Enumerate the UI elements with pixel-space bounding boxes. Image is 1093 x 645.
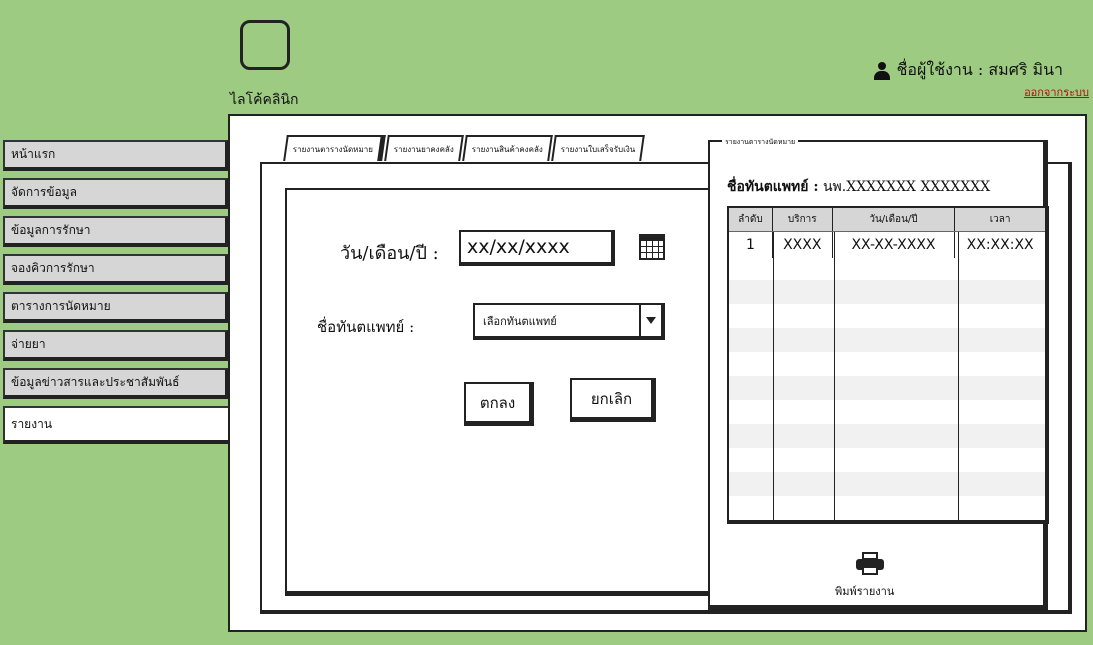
- column-header: ลำดับ: [729, 208, 773, 231]
- sidebar-item-data-management[interactable]: จัดการข้อมูล: [3, 178, 229, 209]
- table-cell: XX-XX-XXXX: [833, 232, 956, 258]
- sidebar-item-dispense[interactable]: จ่ายยา: [3, 330, 229, 361]
- calendar-icon[interactable]: [639, 234, 665, 260]
- report-form: วัน/เดือน/ปี : xx/xx/xxxx ชื่อทันตแพทย์ …: [285, 188, 722, 596]
- popup-dentist-label: ชื่อทันตแพทย์ :: [727, 179, 819, 195]
- table-row: 1 XXXX XX-XX-XXXX XX:XX:XX: [729, 232, 1045, 258]
- sidebar: หน้าแรก จัดการข้อมูล ข้อมูลการรักษา จองค…: [3, 140, 232, 451]
- cancel-button[interactable]: ยกเลิก: [570, 378, 656, 422]
- logout-link[interactable]: ออกจากระบบ: [1024, 83, 1089, 101]
- tab-product-stock-report[interactable]: รายงานสินค้าคงคลัง: [462, 135, 553, 161]
- logo-text: ไลโค้คลินิก: [230, 92, 299, 108]
- popup-dentist: ชื่อทันตแพทย์ : นพ.XXXXXXX XXXXXXX: [727, 176, 990, 198]
- tab-appointment-report[interactable]: รายงานตารางนัดหมาย: [283, 135, 386, 161]
- popup-dentist-value: นพ.XXXXXXX XXXXXXX: [822, 179, 991, 195]
- user-label: ชื่อผู้ใช้งาน : สมศริ มินา: [896, 60, 1063, 79]
- dentist-label: ชื่อทันตแพทย์ :: [317, 318, 415, 336]
- sidebar-item-appointments[interactable]: ตารางการนัดหมาย: [3, 292, 229, 323]
- user-icon: [873, 61, 891, 80]
- report-popup: รายงานตารางนัดหมาย ชื่อทันตแพทย์ : นพ.XX…: [708, 137, 1049, 610]
- dentist-select-value: เลือกทันตแพทย์: [483, 314, 557, 328]
- print-report-label[interactable]: พิมพ์รายงาน: [835, 582, 894, 600]
- chevron-down-icon[interactable]: [639, 305, 661, 336]
- table-cell: 1: [729, 232, 773, 258]
- sidebar-item-reports[interactable]: รายงาน: [3, 406, 232, 444]
- logo-icon: [240, 20, 290, 70]
- table-cell: XXXX: [773, 232, 833, 258]
- popup-title: รายงานตารางนัดหมาย: [722, 137, 799, 148]
- date-label: วัน/เดือน/ปี :: [340, 243, 439, 264]
- column-header: วัน/เดือน/ปี: [833, 208, 956, 231]
- dentist-select[interactable]: เลือกทันตแพทย์: [473, 303, 665, 340]
- sidebar-item-treatment-info[interactable]: ข้อมูลการรักษา: [3, 216, 229, 247]
- date-input[interactable]: xx/xx/xxxx: [459, 230, 615, 266]
- column-header: บริการ: [773, 208, 833, 231]
- sidebar-item-news[interactable]: ข้อมูลข่าวสารและประชาสัมพันธ์: [3, 368, 229, 399]
- sidebar-item-book-queue[interactable]: จองคิวการรักษา: [3, 254, 229, 285]
- ok-button[interactable]: ตกลง: [464, 382, 534, 426]
- printer-icon[interactable]: [856, 552, 884, 576]
- report-table: ลำดับ บริการ วัน/เดือน/ปี เวลา 1 XXXX XX…: [727, 206, 1049, 524]
- column-header: เวลา: [989, 214, 1011, 225]
- table-cell: XX:XX:XX: [966, 237, 1034, 253]
- tab-medicine-stock-report[interactable]: รายงานยาคงคลัง: [384, 135, 464, 161]
- sidebar-item-home[interactable]: หน้าแรก: [3, 140, 229, 171]
- column-divider: [834, 232, 835, 520]
- tab-receipt-report[interactable]: รายงานใบเสร็จรับเงิน: [551, 135, 646, 161]
- column-divider: [773, 232, 774, 520]
- table-header: ลำดับ บริการ วัน/เดือน/ปี เวลา: [729, 208, 1045, 232]
- user-info: ชื่อผู้ใช้งาน : สมศริ มินา: [873, 58, 1063, 83]
- column-divider: [958, 232, 959, 520]
- report-tabs: รายงานตารางนัดหมาย รายงานยาคงคลัง รายงาน…: [283, 135, 646, 161]
